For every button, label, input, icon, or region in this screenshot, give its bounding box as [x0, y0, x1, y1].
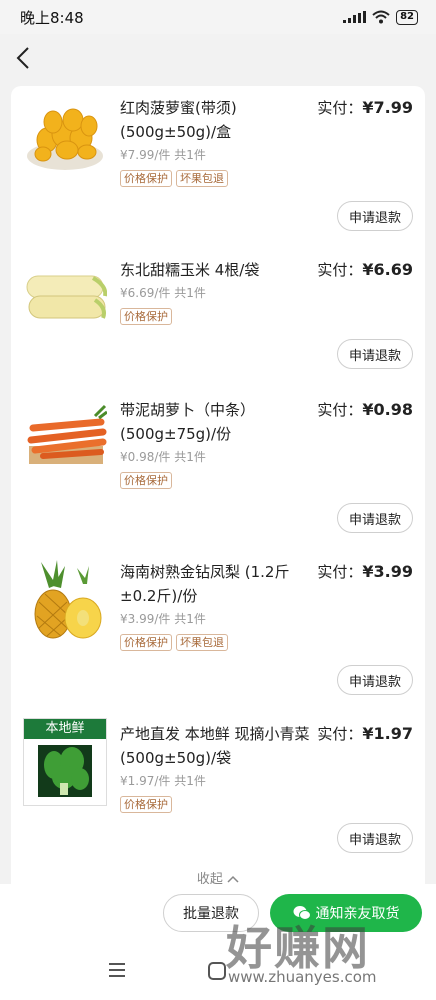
item-tags: 价格保护 坏果包退: [120, 634, 228, 651]
battery-icon: 82: [396, 9, 418, 25]
paid-amount: ¥6.69: [362, 260, 413, 279]
carrot-image: [27, 404, 107, 464]
system-nav-bar: [0, 944, 436, 1000]
item-title: 红肉菠萝蜜(带须) (500g±50g)/盒: [120, 99, 237, 141]
item-paid: 实付：¥7.99: [317, 96, 413, 120]
corn-image: [26, 275, 107, 319]
price-protect-tag: 价格保护: [120, 170, 172, 187]
menu-icon[interactable]: [108, 962, 126, 978]
item-paid: 实付：¥0.98: [317, 398, 413, 422]
paid-amount: ¥0.98: [362, 400, 413, 419]
back-button[interactable]: [8, 40, 38, 76]
refund-button[interactable]: 申请退款: [337, 503, 413, 533]
chevron-left-icon: [16, 47, 29, 69]
page-header: [0, 34, 436, 84]
price-protect-tag: 价格保护: [120, 308, 172, 325]
notify-friend-button[interactable]: 通知亲友取货: [270, 894, 422, 932]
item-unit-info: ¥6.69/件 共1件: [120, 286, 206, 300]
jackfruit-image: [27, 108, 103, 170]
item-paid: 实付：¥1.97: [317, 722, 413, 746]
price-protect-tag: 价格保护: [120, 796, 172, 813]
refund-button[interactable]: 申请退款: [337, 665, 413, 695]
wifi-icon: [372, 10, 390, 24]
home-icon[interactable]: [208, 962, 226, 980]
refund-button[interactable]: 申请退款: [337, 339, 413, 369]
list-item: 东北甜糯玉米 4根/袋 实付：¥6.69 ¥6.69/件 共1件 价格保护 申请…: [11, 250, 425, 410]
bok-choy-label: 本地鲜: [24, 719, 106, 739]
status-bar: 晚上8:48 82: [0, 0, 436, 34]
item-title: 产地直发 本地鲜 现摘小青菜 (500g±50g)/袋: [120, 725, 310, 767]
paid-label: 实付：: [317, 261, 363, 279]
price-protect-tag: 价格保护: [120, 472, 172, 489]
paid-amount: ¥1.97: [362, 724, 413, 743]
paid-label: 实付：: [317, 725, 363, 743]
list-item: 红肉菠萝蜜(带须) (500g±50g)/盒 实付：¥7.99 ¥7.99/件 …: [11, 88, 425, 248]
paid-label: 实付：: [317, 563, 363, 581]
item-tags: 价格保护: [120, 308, 172, 325]
status-icons: 82: [343, 9, 418, 25]
item-title: 东北甜糯玉米 4根/袋: [120, 261, 260, 279]
notify-friend-label: 通知亲友取货: [315, 906, 400, 922]
refund-button[interactable]: 申请退款: [337, 201, 413, 231]
bottom-action-bar: 批量退款 通知亲友取货: [0, 884, 436, 944]
item-unit-info: ¥7.99/件 共1件: [120, 148, 206, 162]
item-unit-info: ¥1.97/件 共1件: [120, 774, 206, 788]
item-tags: 价格保护: [120, 472, 172, 489]
item-title: 带泥胡萝卜（中条） (500g±75g)/份: [120, 401, 256, 443]
bad-fruit-refund-tag: 坏果包退: [176, 634, 228, 651]
order-items-card: 红肉菠萝蜜(带须) (500g±50g)/盒 实付：¥7.99 ¥7.99/件 …: [11, 86, 425, 906]
refund-button[interactable]: 申请退款: [337, 823, 413, 853]
bok-choy-image: 本地鲜: [23, 718, 107, 806]
signal-icon: [343, 11, 367, 23]
paid-amount: ¥7.99: [362, 98, 413, 117]
item-tags: 价格保护 坏果包退: [120, 170, 228, 187]
list-item: 海南树熟金钻凤梨 (1.2斤±0.2斤)/份 实付：¥3.99 ¥3.99/件 …: [11, 552, 425, 712]
item-unit-info: ¥0.98/件 共1件: [120, 450, 206, 464]
wechat-icon: [293, 906, 311, 920]
list-item: 本地鲜 产地直发 本地鲜 现摘小青菜 (500g±50g)/袋 实付：¥1.97…: [11, 714, 425, 874]
item-tags: 价格保护: [120, 796, 172, 813]
paid-label: 实付：: [317, 401, 363, 419]
item-paid: 实付：¥3.99: [317, 560, 413, 584]
item-unit-info: ¥3.99/件 共1件: [120, 612, 206, 626]
batch-refund-button[interactable]: 批量退款: [163, 894, 259, 932]
list-item: 带泥胡萝卜（中条） (500g±75g)/份 实付：¥0.98 ¥0.98/件 …: [11, 390, 425, 550]
item-paid: 实付：¥6.69: [317, 258, 413, 282]
vegetable-icon: [38, 745, 92, 797]
pineapple-image: [34, 560, 102, 639]
paid-amount: ¥3.99: [362, 562, 413, 581]
price-protect-tag: 价格保护: [120, 634, 172, 651]
chevron-up-icon: [227, 875, 239, 883]
paid-label: 实付：: [317, 99, 363, 117]
bad-fruit-refund-tag: 坏果包退: [176, 170, 228, 187]
item-title: 海南树熟金钻凤梨 (1.2斤±0.2斤)/份: [120, 563, 290, 605]
status-time: 晚上8:48: [20, 8, 84, 27]
